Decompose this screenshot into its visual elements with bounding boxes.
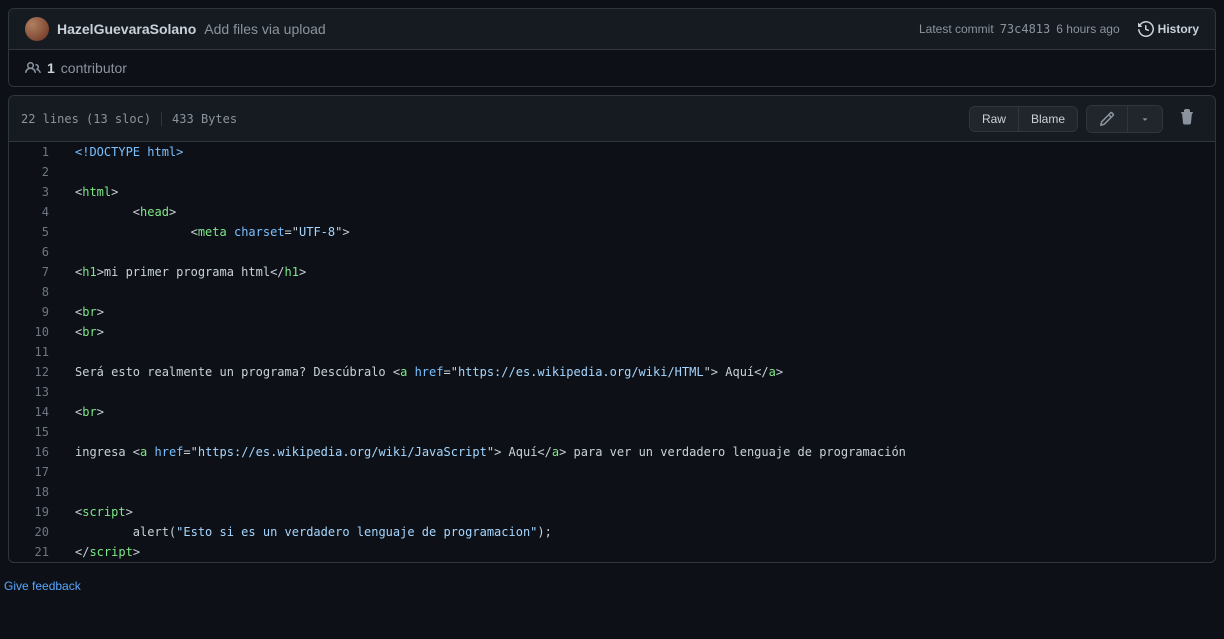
code-line: 9<br> [9, 302, 1215, 322]
line-content: <br> [59, 302, 1215, 322]
file-header: 22 lines (13 sloc) 433 Bytes Raw Blame [9, 96, 1215, 142]
line-count: 22 lines (13 sloc) [21, 112, 151, 126]
commit-time[interactable]: 6 hours ago [1056, 22, 1119, 36]
code-line: 20 alert("Esto si es un verdadero lengua… [9, 522, 1215, 542]
code-line: 8 [9, 282, 1215, 302]
contributor-label: contributor [61, 60, 127, 76]
line-content [59, 342, 1215, 362]
commit-box: HazelGuevaraSolano Add files via upload … [8, 8, 1216, 87]
commit-right: Latest commit 73c4813 6 hours ago Histor… [919, 21, 1199, 37]
stats-separator [161, 112, 162, 126]
delete-button[interactable] [1171, 104, 1203, 133]
code-line: 16ingresa <a href="https://es.wikipedia.… [9, 442, 1215, 462]
line-content: <br> [59, 402, 1215, 422]
line-content: </script> [59, 542, 1215, 562]
edit-dropdown-button[interactable] [1128, 106, 1162, 132]
line-number[interactable]: 12 [9, 362, 59, 382]
line-number[interactable]: 8 [9, 282, 59, 302]
line-number[interactable]: 15 [9, 422, 59, 442]
line-number[interactable]: 10 [9, 322, 59, 342]
author-link[interactable]: HazelGuevaraSolano [57, 21, 196, 37]
triangle-down-icon [1140, 114, 1150, 124]
pencil-icon [1099, 111, 1115, 127]
code-table: 1<!DOCTYPE html>23<html>4 <head>5 <meta … [9, 142, 1215, 562]
line-content: alert("Esto si es un verdadero lenguaje … [59, 522, 1215, 542]
code-line: 18 [9, 482, 1215, 502]
commit-left: HazelGuevaraSolano Add files via upload [25, 17, 326, 41]
line-content [59, 162, 1215, 182]
file-size: 433 Bytes [172, 112, 237, 126]
line-number[interactable]: 18 [9, 482, 59, 502]
code-line: 21</script> [9, 542, 1215, 562]
code-line: 3<html> [9, 182, 1215, 202]
history-icon [1138, 21, 1154, 37]
line-content: <meta charset="UTF-8"> [59, 222, 1215, 242]
history-link[interactable]: History [1138, 21, 1199, 37]
blame-button[interactable]: Blame [1019, 107, 1077, 131]
code-line: 13 [9, 382, 1215, 402]
contributors-bar: 1 contributor [9, 50, 1215, 86]
code-line: 2 [9, 162, 1215, 182]
line-number[interactable]: 14 [9, 402, 59, 422]
raw-button[interactable]: Raw [970, 107, 1019, 131]
line-number[interactable]: 3 [9, 182, 59, 202]
people-icon [25, 60, 41, 76]
line-content [59, 242, 1215, 262]
line-number[interactable]: 2 [9, 162, 59, 182]
line-number[interactable]: 5 [9, 222, 59, 242]
history-label: History [1158, 22, 1199, 36]
file-box: 22 lines (13 sloc) 433 Bytes Raw Blame [8, 95, 1216, 563]
code-line: 15 [9, 422, 1215, 442]
line-content: <!DOCTYPE html> [59, 142, 1215, 162]
line-number[interactable]: 13 [9, 382, 59, 402]
line-number[interactable]: 19 [9, 502, 59, 522]
line-number[interactable]: 7 [9, 262, 59, 282]
line-number[interactable]: 4 [9, 202, 59, 222]
edit-button[interactable] [1087, 106, 1128, 132]
code-line: 5 <meta charset="UTF-8"> [9, 222, 1215, 242]
line-content [59, 462, 1215, 482]
code-line: 1<!DOCTYPE html> [9, 142, 1215, 162]
line-number[interactable]: 20 [9, 522, 59, 542]
line-content: <html> [59, 182, 1215, 202]
commit-message[interactable]: Add files via upload [204, 21, 325, 37]
author-avatar[interactable] [25, 17, 49, 41]
latest-commit-label: Latest commit [919, 22, 994, 36]
code-line: 4 <head> [9, 202, 1215, 222]
commit-sha[interactable]: 73c4813 [1000, 22, 1051, 36]
file-stats: 22 lines (13 sloc) 433 Bytes [21, 112, 237, 126]
line-content [59, 482, 1215, 502]
line-content: <script> [59, 502, 1215, 522]
trash-icon [1179, 109, 1195, 125]
line-content: <br> [59, 322, 1215, 342]
code-line: 19<script> [9, 502, 1215, 522]
commit-bar: HazelGuevaraSolano Add files via upload … [9, 9, 1215, 50]
code-line: 6 [9, 242, 1215, 262]
line-number[interactable]: 16 [9, 442, 59, 462]
line-number[interactable]: 21 [9, 542, 59, 562]
code-line: 7<h1>mi primer programa html</h1> [9, 262, 1215, 282]
line-content: <head> [59, 202, 1215, 222]
line-number[interactable]: 1 [9, 142, 59, 162]
contributor-count: 1 [47, 60, 55, 76]
line-content [59, 282, 1215, 302]
code-line: 11 [9, 342, 1215, 362]
line-content: <h1>mi primer programa html</h1> [59, 262, 1215, 282]
line-number[interactable]: 17 [9, 462, 59, 482]
edit-group [1086, 105, 1163, 133]
feedback-link[interactable]: Give feedback [0, 571, 85, 601]
line-content [59, 382, 1215, 402]
line-content: ingresa <a href="https://es.wikipedia.or… [59, 442, 1215, 462]
code-line: 17 [9, 462, 1215, 482]
code-line: 10<br> [9, 322, 1215, 342]
view-group: Raw Blame [969, 106, 1078, 132]
line-content [59, 422, 1215, 442]
line-content: Será esto realmente un programa? Descúbr… [59, 362, 1215, 382]
line-number[interactable]: 11 [9, 342, 59, 362]
code-line: 12Será esto realmente un programa? Descú… [9, 362, 1215, 382]
line-number[interactable]: 6 [9, 242, 59, 262]
code-line: 14<br> [9, 402, 1215, 422]
line-number[interactable]: 9 [9, 302, 59, 322]
file-actions: Raw Blame [969, 104, 1203, 133]
